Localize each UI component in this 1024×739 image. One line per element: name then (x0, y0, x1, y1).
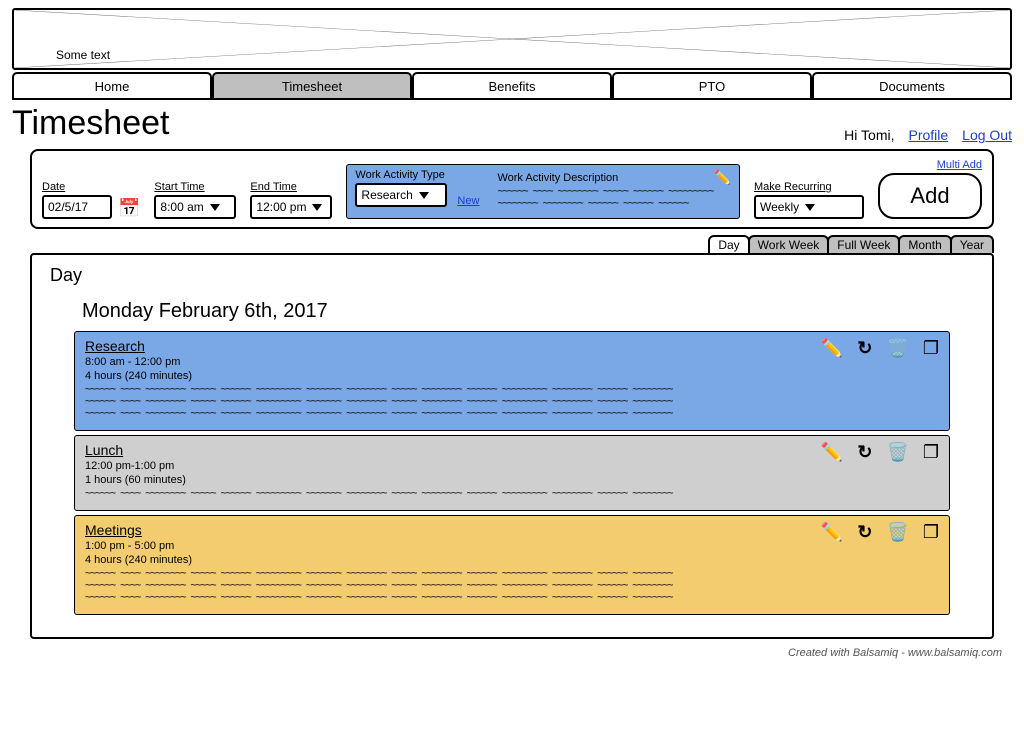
view-tab-day[interactable]: Day (708, 235, 749, 253)
entry-title: Lunch (85, 442, 939, 458)
date-input[interactable]: 02/5/17 (42, 195, 112, 219)
view-tab-workweek[interactable]: Work Week (748, 235, 830, 253)
entry-duration: 1 hours (60 minutes) (85, 474, 939, 486)
greeting-text: Hi Tomi, (844, 127, 894, 143)
entry-title: Research (85, 338, 939, 354)
main-nav: Home Timesheet Benefits PTO Documents (12, 72, 1012, 100)
trash-icon[interactable]: 🗑️ (886, 442, 908, 463)
entry-description: ~~~~~~ ~~~~ ~~~~~~~~ ~~~~~ ~~~~~~ ~~~~~~… (85, 384, 939, 420)
tab-benefits[interactable]: Benefits (412, 72, 612, 100)
edit-icon[interactable]: ✏️ (821, 442, 843, 463)
redo-icon[interactable]: ↻ (857, 338, 872, 359)
view-tab-fullweek[interactable]: Full Week (827, 235, 900, 253)
edit-icon[interactable]: ✏️ (821, 522, 843, 543)
start-time-label: Start Time (154, 181, 236, 193)
recurring-label: Make Recurring (754, 181, 864, 193)
edit-icon[interactable]: ✏️ (821, 338, 843, 359)
tab-home[interactable]: Home (12, 72, 212, 100)
view-tabs: Day Work Week Full Week Month Year (30, 235, 994, 253)
new-entry-panel: Date 02/5/17 📅 Start Time 8:00 am End Ti… (30, 149, 994, 229)
multi-add-link[interactable]: Multi Add (937, 159, 982, 171)
entry-time: 12:00 pm-1:00 pm (85, 460, 939, 472)
view-tab-month[interactable]: Month (898, 235, 951, 253)
page-title: Timesheet (12, 104, 169, 143)
end-time-select[interactable]: 12:00 pm (250, 195, 332, 219)
day-label: Day (50, 265, 978, 286)
copy-icon[interactable]: ❐ (923, 442, 939, 463)
copy-icon[interactable]: ❐ (923, 522, 939, 543)
timesheet-entry: ✏️ ↻ 🗑️ ❐Research 8:00 am - 12:00 pm 4 hours … (74, 331, 950, 431)
date-heading: Monday February 6th, 2017 (82, 300, 978, 323)
activity-desc-label: Work Activity Description (497, 172, 618, 184)
end-time-label: End Time (250, 181, 332, 193)
entry-time: 8:00 am - 12:00 pm (85, 356, 939, 368)
tab-documents[interactable]: Documents (812, 72, 1012, 100)
logout-link[interactable]: Log Out (962, 127, 1012, 143)
add-button[interactable]: Add (878, 173, 982, 219)
entry-description: ~~~~~~ ~~~~ ~~~~~~~~ ~~~~~ ~~~~~~ ~~~~~~… (85, 568, 939, 604)
edit-desc-icon[interactable]: ✏️ (714, 169, 731, 186)
entry-title: Meetings (85, 522, 939, 538)
timesheet-entry: ✏️ ↻ 🗑️ ❐Meetings 1:00 pm - 5:00 pm 4 hours (… (74, 515, 950, 615)
activity-desc-text: ~~~~~~ ~~~~ ~~~~~~~~ ~~~~~ ~~~~~~ ~~~~~~… (497, 186, 731, 210)
tab-pto[interactable]: PTO (612, 72, 812, 100)
timesheet-entry: ✏️ ↻ 🗑️ ❐Lunch 12:00 pm-1:00 pm 1 hours (60 m… (74, 435, 950, 511)
trash-icon[interactable]: 🗑️ (886, 338, 908, 359)
activity-type-label: Work Activity Type (355, 169, 479, 181)
entry-duration: 4 hours (240 minutes) (85, 370, 939, 382)
entry-time: 1:00 pm - 5:00 pm (85, 540, 939, 552)
banner-text: Some text (56, 48, 110, 62)
date-label: Date (42, 181, 112, 193)
header-banner: Some text (12, 8, 1012, 70)
redo-icon[interactable]: ↻ (857, 522, 872, 543)
new-activity-link[interactable]: New (457, 195, 479, 207)
profile-link[interactable]: Profile (908, 127, 948, 143)
activity-block: Work Activity Type Research New Work Act… (346, 164, 740, 219)
start-time-select[interactable]: 8:00 am (154, 195, 236, 219)
trash-icon[interactable]: 🗑️ (886, 522, 908, 543)
recurring-select[interactable]: Weekly (754, 195, 864, 219)
day-panel: Day Monday February 6th, 2017 ✏️↻🗑️❐Rese… (30, 253, 994, 639)
calendar-icon[interactable]: 📅 (118, 198, 140, 219)
balsamiq-credit: Created with Balsamiq - www.balsamiq.com (22, 647, 1002, 659)
copy-icon[interactable]: ❐ (923, 338, 939, 359)
redo-icon[interactable]: ↻ (857, 442, 872, 463)
activity-type-select[interactable]: Research (355, 183, 447, 207)
view-tab-year[interactable]: Year (950, 235, 994, 253)
entry-description: ~~~~~~ ~~~~ ~~~~~~~~ ~~~~~ ~~~~~~ ~~~~~~… (85, 488, 939, 500)
entry-duration: 4 hours (240 minutes) (85, 554, 939, 566)
tab-timesheet[interactable]: Timesheet (212, 72, 412, 100)
